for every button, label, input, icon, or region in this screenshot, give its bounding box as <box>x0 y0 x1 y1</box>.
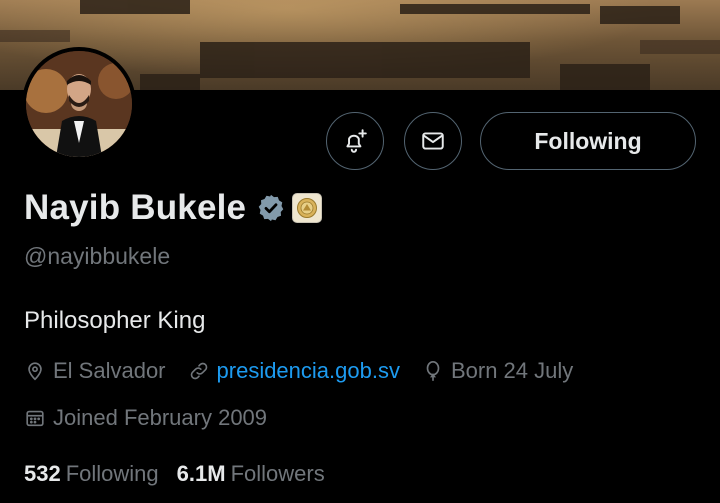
location-pin-icon <box>28 362 42 381</box>
display-name: Nayib Bukele <box>24 188 247 227</box>
verified-badge-icon[interactable] <box>256 193 286 223</box>
profile-stats: 532 Following 6.1M Followers <box>24 461 343 487</box>
bell-plus-icon <box>346 129 367 153</box>
location-text: El Salvador <box>53 358 166 383</box>
balloon-icon <box>426 361 440 381</box>
followers-count: 6.1M <box>176 461 226 486</box>
following-label: Following <box>65 461 159 486</box>
profile-bio: Philosopher King <box>24 307 206 334</box>
notifications-button[interactable] <box>326 112 384 170</box>
location-item: El Salvador <box>24 358 166 384</box>
profile-meta-row: El Salvador presidencia.gob.sv Born 24 J… <box>24 358 595 384</box>
joined-text: Joined February 2009 <box>53 405 268 430</box>
birthday-item: Born 24 July <box>422 358 573 384</box>
envelope-icon <box>422 132 444 150</box>
followers-label: Followers <box>230 461 325 486</box>
joined-item: Joined February 2009 <box>24 405 267 431</box>
following-count: 532 <box>24 461 61 486</box>
website-item: presidencia.gob.sv <box>188 358 400 384</box>
profile-name-row: Nayib Bukele <box>24 188 323 228</box>
message-button[interactable] <box>404 112 462 170</box>
following-button[interactable]: Following <box>480 112 696 170</box>
following-stat[interactable]: 532 Following <box>24 461 159 487</box>
profile-handle: @nayibbukele <box>24 243 171 269</box>
profile-joined-row: Joined February 2009 <box>24 405 289 431</box>
avatar-photo <box>26 51 132 157</box>
link-icon <box>190 362 207 380</box>
website-link[interactable]: presidencia.gob.sv <box>217 358 400 384</box>
profile-avatar[interactable] <box>22 47 136 161</box>
followers-stat[interactable]: 6.1M Followers <box>177 461 325 487</box>
birthday-text: Born 24 July <box>450 358 574 383</box>
calendar-icon <box>26 410 44 427</box>
government-seal-icon <box>297 198 318 218</box>
affiliation-badge[interactable] <box>292 193 323 223</box>
